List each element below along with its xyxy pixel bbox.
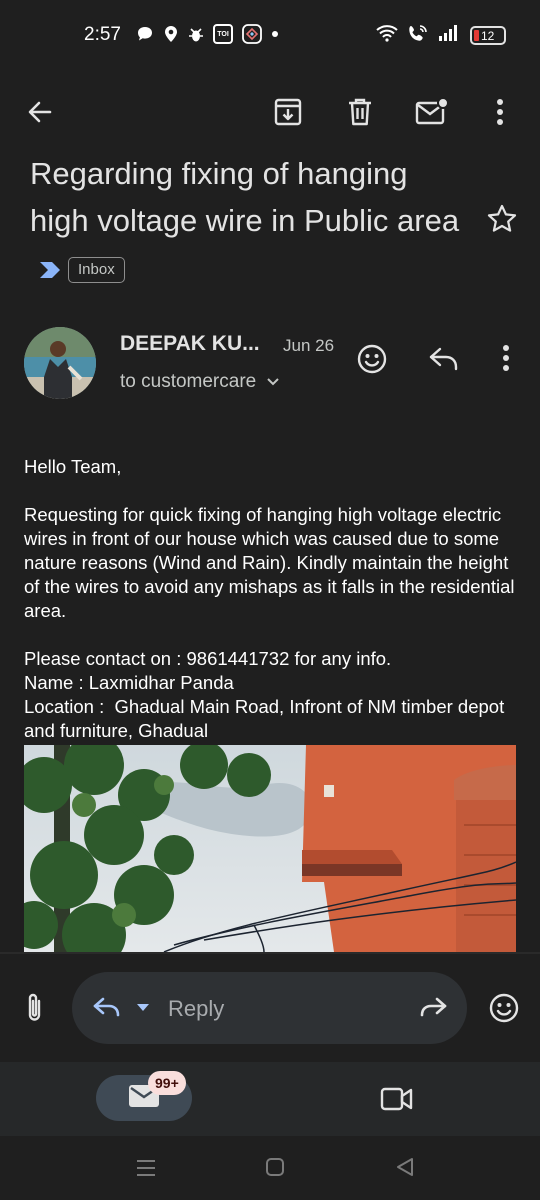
- more-notifications-dot-icon: [271, 24, 279, 44]
- reply-arrow-icon[interactable]: [92, 995, 122, 1021]
- status-time: 2:57: [84, 24, 121, 45]
- important-label-icon: [38, 246, 64, 293]
- location-pin-icon: [163, 24, 179, 44]
- battery-fill: [474, 30, 479, 41]
- top-app-bar: [0, 72, 540, 152]
- reply-field[interactable]: Reply: [72, 972, 467, 1044]
- chat-bubble-icon: [136, 24, 154, 44]
- star-icon[interactable]: [486, 203, 518, 240]
- email-subject: Regarding fixing of hanging high voltage…: [30, 150, 460, 293]
- bottom-navigation: 99+: [0, 1062, 540, 1136]
- signal-strength-icon: [438, 25, 460, 46]
- battery-icon: 12: [470, 26, 506, 45]
- inbox-label-chip[interactable]: Inbox: [68, 256, 125, 283]
- attach-icon[interactable]: [24, 992, 46, 1024]
- inline-image[interactable]: [24, 745, 516, 952]
- message-more-vert-icon[interactable]: [502, 344, 510, 372]
- more-vert-icon[interactable]: [482, 94, 518, 130]
- emoji-icon[interactable]: [488, 992, 520, 1024]
- forward-icon[interactable]: [418, 995, 448, 1021]
- recipient-text: to customercare: [120, 371, 257, 392]
- toi-app-icon: TOI: [213, 24, 233, 44]
- sender-avatar[interactable]: [24, 327, 96, 399]
- delete-icon[interactable]: [342, 94, 378, 130]
- wifi-calling-icon: [408, 24, 428, 47]
- system-navigation-bar: [0, 1136, 540, 1200]
- body-paragraph: Requesting for quick fixing of hanging h…: [24, 504, 515, 621]
- app-notification-icon: [242, 24, 262, 44]
- back-arrow-icon[interactable]: [22, 94, 58, 130]
- email-date: Jun 26: [283, 336, 335, 355]
- sender-name[interactable]: DEEPAK KU...: [120, 332, 260, 356]
- battery-level: 12: [481, 28, 495, 43]
- back-nav-icon[interactable]: [394, 1156, 416, 1178]
- system-status-icons: 12: [376, 24, 506, 47]
- email-body: Hello Team, Requesting for quick fixing …: [24, 455, 519, 743]
- body-contact: Please contact on : 9861441732 for any i…: [24, 648, 392, 669]
- body-greeting: Hello Team,: [24, 456, 122, 477]
- bug-alert-icon: [188, 24, 204, 44]
- archive-icon[interactable]: [270, 94, 306, 130]
- reply-icon[interactable]: [428, 345, 460, 373]
- subject-text: Regarding fixing of hanging high voltage…: [30, 156, 460, 238]
- recipient-details[interactable]: to customercare: [120, 371, 280, 393]
- body-name: Name : Laxmidhar Panda: [24, 672, 234, 693]
- video-camera-icon: [380, 1086, 414, 1117]
- reply-options-dropdown-icon[interactable]: [136, 1003, 150, 1012]
- mark-unread-icon[interactable]: [414, 94, 450, 130]
- wifi-icon: [376, 24, 398, 47]
- emoji-react-icon[interactable]: [356, 343, 388, 375]
- body-location: Location : Ghadual Main Road, Infront of…: [24, 696, 510, 741]
- mail-unread-badge: 99+: [148, 1071, 186, 1095]
- notification-icons: TOI: [136, 24, 279, 44]
- chevron-down-icon: [266, 371, 280, 393]
- reply-placeholder: Reply: [168, 996, 225, 1021]
- status-bar: 2:57 TOI 12: [0, 0, 540, 72]
- reply-bar: Reply: [0, 954, 540, 1062]
- nav-meet-tab[interactable]: [380, 1086, 414, 1117]
- recent-apps-icon[interactable]: [134, 1158, 158, 1178]
- home-icon[interactable]: [264, 1156, 286, 1178]
